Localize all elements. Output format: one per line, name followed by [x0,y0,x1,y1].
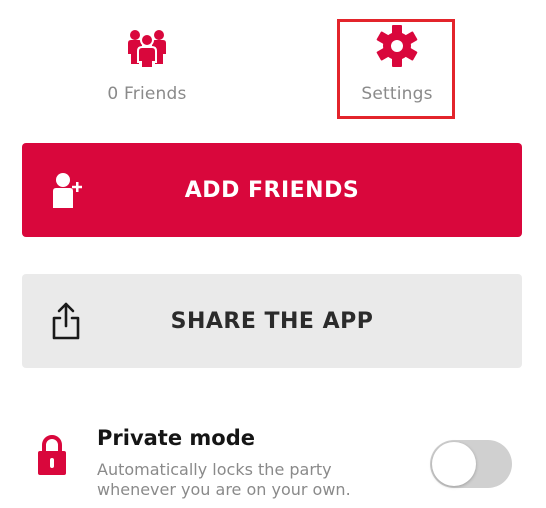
add-user-icon [53,173,82,208]
add-friends-label: ADD FRIENDS [184,177,360,203]
toggle-knob [432,442,476,486]
private-mode-toggle[interactable] [430,440,512,488]
friends-count-label: 0 Friends [107,84,187,104]
people-icon [128,30,166,68]
share-app-label: SHARE THE APP [170,308,374,334]
private-mode-description: Automatically locks the party whenever y… [97,460,351,499]
share-icon [52,302,80,340]
app-screen: 0 Friends Settings ADD FRIENDS SHARE THE… [0,0,546,508]
add-friends-button[interactable]: ADD FRIENDS [22,143,522,237]
friends-nav-item[interactable]: 0 Friends [67,24,227,104]
share-app-button[interactable]: SHARE THE APP [22,274,522,368]
private-mode-row: Private mode Automatically locks the par… [0,420,546,508]
settings-highlight-box [337,19,455,119]
private-mode-title: Private mode [97,426,255,450]
lock-icon [38,435,66,475]
